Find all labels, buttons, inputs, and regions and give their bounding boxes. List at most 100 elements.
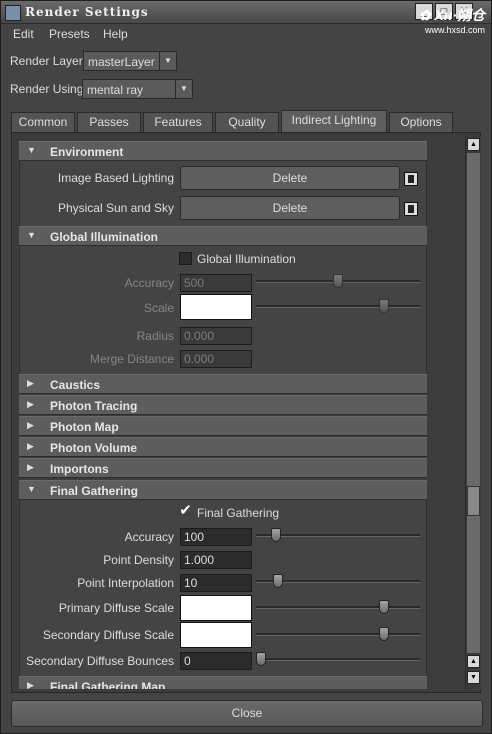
chevron-down-icon: ▼ — [175, 80, 192, 98]
indirect-lighting-content: ▼ Environment Image Based Lighting Delet… — [19, 141, 427, 689]
collapsed-triangle-icon: ▶ — [27, 680, 34, 689]
gi-scale-slider[interactable] — [256, 305, 420, 308]
section-title: Environment — [50, 145, 124, 159]
ibl-map-icon[interactable] — [404, 172, 418, 186]
fg-primary-diffuse-scale-swatch[interactable] — [180, 595, 252, 621]
vertical-scrollbar[interactable]: ▲ ▲ ▼ — [465, 136, 481, 690]
gi-merge-distance-field[interactable]: 0.000 — [180, 350, 252, 368]
ibl-label: Image Based Lighting — [57, 171, 174, 185]
scrollbar-thumb[interactable] — [467, 486, 480, 516]
fg-secondary-diffuse-bounces-slider-thumb[interactable] — [256, 652, 266, 666]
gi-scale-color-swatch[interactable] — [180, 294, 252, 320]
fg-secondary-diffuse-scale-slider-thumb[interactable] — [379, 627, 390, 641]
section-title: Final Gathering — [50, 484, 139, 498]
collapsed-triangle-icon: ▶ — [27, 378, 34, 388]
gi-accuracy-slider-thumb[interactable] — [333, 274, 343, 288]
close-button[interactable]: Close — [11, 700, 483, 727]
fg-accuracy-field[interactable]: 100 — [180, 528, 252, 546]
window-title: Render Settings — [25, 5, 149, 19]
maya-app-icon — [5, 5, 21, 21]
render-using-dropdown[interactable]: mental ray ▼ — [82, 79, 193, 99]
expanded-triangle-icon: ▼ — [27, 484, 36, 494]
section-final-gathering[interactable]: ▼ Final Gathering — [19, 480, 427, 500]
render-using-label: Render Using — [10, 82, 84, 96]
section-environment[interactable]: ▼ Environment — [19, 141, 427, 161]
fg-secondary-diffuse-scale-swatch[interactable] — [180, 622, 252, 648]
final-gathering-body: ✔ Final Gathering Accuracy 100 Point Den… — [19, 500, 427, 676]
section-title: Photon Map — [50, 420, 119, 434]
gi-accuracy-label: Accuracy — [124, 276, 174, 290]
environment-body: Image Based Lighting Delete Physical Sun… — [19, 161, 427, 227]
watermark-logo: ✿ Xʜ·朔仓 — [418, 7, 485, 23]
fg-secondary-diffuse-bounces-field[interactable]: 0 — [180, 652, 252, 670]
section-importons[interactable]: ▶ Importons — [19, 458, 427, 478]
scroll-down-icon[interactable]: ▲ — [467, 655, 480, 668]
expanded-triangle-icon: ▼ — [27, 145, 36, 155]
collapsed-triangle-icon: ▶ — [27, 399, 34, 409]
title-bar[interactable]: Render Settings _ □ X ✿ Xʜ·朔仓 www.hxsd.com — [1, 1, 491, 35]
render-settings-window: Render Settings _ □ X ✿ Xʜ·朔仓 www.hxsd.com… — [0, 0, 492, 734]
gi-accuracy-field[interactable]: 500 — [180, 274, 252, 292]
section-title: Caustics — [50, 378, 101, 392]
fg-checkbox[interactable]: ✔ — [179, 503, 192, 518]
fg-secondary-diffuse-scale-label: Secondary Diffuse Scale — [42, 628, 174, 642]
fg-point-interpolation-slider-thumb[interactable] — [272, 574, 283, 588]
section-photon-map[interactable]: ▶ Photon Map — [19, 416, 427, 436]
fg-primary-diffuse-scale-label: Primary Diffuse Scale — [58, 601, 174, 615]
fg-secondary-diffuse-bounces-label: Secondary Diffuse Bounces — [26, 654, 174, 668]
render-layer-value: masterLayer — [88, 55, 155, 69]
section-photon-tracing[interactable]: ▶ Photon Tracing — [19, 395, 427, 415]
tab-options[interactable]: Options — [389, 112, 453, 132]
section-final-gathering-map[interactable]: ▶ Final Gathering Map — [19, 676, 427, 689]
fg-point-interpolation-field[interactable]: 10 — [180, 574, 252, 592]
chevron-down-icon: ▼ — [159, 52, 176, 70]
section-title: Global Illumination — [50, 230, 158, 244]
render-layer-dropdown[interactable]: masterLayer ▼ — [83, 51, 177, 71]
section-photon-volume[interactable]: ▶ Photon Volume — [19, 437, 427, 457]
section-caustics[interactable]: ▶ Caustics — [19, 374, 427, 394]
section-title: Photon Tracing — [50, 399, 138, 413]
global-illumination-body: Global Illumination Accuracy 500 Scale R… — [19, 246, 427, 374]
fg-primary-diffuse-scale-slider[interactable] — [256, 606, 420, 609]
tab-features[interactable]: Features — [143, 112, 213, 132]
tab-bar: Common Passes Features Quality Indirect … — [11, 110, 481, 132]
gi-checkbox[interactable] — [179, 252, 192, 265]
scroll-up-icon[interactable]: ▲ — [467, 138, 480, 151]
fg-point-density-field[interactable]: 1.000 — [180, 551, 252, 569]
collapsed-triangle-icon: ▶ — [27, 462, 34, 472]
fg-point-density-label: Point Density — [103, 553, 174, 567]
sun-sky-label: Physical Sun and Sky — [57, 201, 174, 215]
menu-bar: Edit Presets Help — [1, 24, 491, 44]
menu-help[interactable]: Help — [103, 27, 128, 41]
render-using-value: mental ray — [87, 83, 144, 97]
menu-edit[interactable]: Edit — [13, 27, 34, 41]
tab-indirect-lighting[interactable]: Indirect Lighting — [281, 110, 387, 132]
collapsed-triangle-icon: ▶ — [27, 441, 34, 451]
gi-merge-distance-label: Merge Distance — [89, 352, 174, 366]
scroll-down-icon[interactable]: ▼ — [467, 671, 480, 684]
fg-accuracy-label: Accuracy — [124, 530, 174, 544]
gi-scale-slider-thumb[interactable] — [379, 299, 390, 313]
sun-sky-map-icon[interactable] — [404, 202, 418, 216]
section-global-illumination[interactable]: ▼ Global Illumination — [19, 226, 427, 246]
ibl-delete-button[interactable]: Delete — [180, 166, 400, 190]
render-layer-label: Render Layer — [10, 54, 83, 68]
gi-radius-field[interactable]: 0.000 — [180, 327, 252, 345]
tab-passes[interactable]: Passes — [77, 112, 141, 132]
menu-presets[interactable]: Presets — [49, 27, 90, 41]
tab-quality[interactable]: Quality — [215, 112, 279, 132]
expanded-triangle-icon: ▼ — [27, 230, 36, 240]
fg-secondary-diffuse-bounces-slider[interactable] — [256, 658, 420, 661]
fg-primary-diffuse-scale-slider-thumb[interactable] — [379, 600, 390, 614]
fg-accuracy-slider-thumb[interactable] — [271, 528, 282, 542]
gi-checkbox-label: Global Illumination — [197, 252, 296, 266]
section-title: Final Gathering Map — [50, 680, 166, 689]
gi-scale-label: Scale — [143, 301, 174, 315]
scrollbar-track[interactable] — [467, 153, 480, 653]
sun-sky-delete-button[interactable]: Delete — [180, 196, 400, 220]
section-title: Photon Volume — [50, 441, 138, 455]
collapsed-triangle-icon: ▶ — [27, 420, 34, 430]
tab-common[interactable]: Common — [11, 112, 75, 132]
fg-checkbox-label: Final Gathering — [197, 506, 280, 520]
fg-secondary-diffuse-scale-slider[interactable] — [256, 633, 420, 636]
